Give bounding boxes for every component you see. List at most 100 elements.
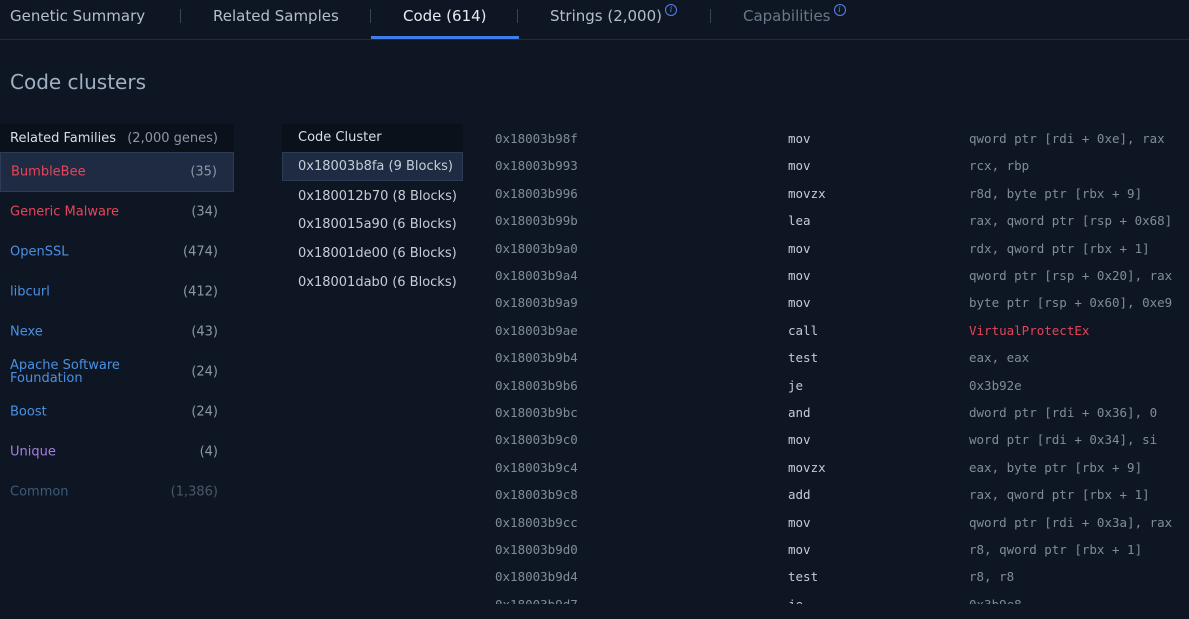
families-header-count: (2,000 genes): [127, 131, 218, 146]
instruction-address: 0x18003b9a4: [495, 268, 578, 283]
instruction-operands: qword ptr [rdi + 0xe], rax: [969, 131, 1165, 146]
family-item[interactable]: Nexe (43): [0, 312, 234, 352]
instruction-opcode: mov: [788, 542, 811, 557]
instruction-row[interactable]: 0x18003b9a9 mov byte ptr [rsp + 0x60], 0xe…: [495, 295, 1189, 315]
instruction-address: 0x18003b9a0: [495, 240, 578, 256]
instruction-row[interactable]: 0x18003b9c0 mov word ptr [rdi + 0x34], si: [495, 432, 1189, 452]
instruction-opcode: test: [788, 350, 819, 366]
family-name: libcurl: [10, 284, 50, 300]
tab-genetic-summary[interactable]: Genetic Summary: [10, 0, 145, 39]
instruction-row[interactable]: 0x18003b9a0 mov rdx, qword ptr [rbx + 1]: [495, 241, 1189, 261]
tab-separator: [517, 9, 518, 23]
cluster-label: 0x18001dab0 (6 Blocks): [298, 275, 457, 290]
instruction-operands: eax, byte ptr [rbx + 9]: [969, 459, 1143, 475]
instruction-address: 0x18003b9b6: [495, 377, 578, 393]
instruction-opcode: movzx: [788, 459, 826, 475]
family-item[interactable]: OpenSSL (474): [0, 232, 234, 272]
instruction-opcode: mov: [788, 432, 811, 448]
instruction-address: 0x18003b9bc: [495, 405, 578, 420]
tab-strings[interactable]: Strings (2,000) i: [550, 0, 677, 39]
instruction-address: 0x18003b9d0: [495, 542, 578, 557]
instruction-operands: dword ptr [rdi + 0x36], 0: [969, 405, 1158, 420]
instruction-address: 0x18003b9c8: [495, 487, 578, 503]
instruction-operands: rcx, rbp: [969, 158, 1030, 174]
instruction-opcode: mov: [788, 268, 811, 283]
cluster-label: 0x18001de00 (6 Blocks): [298, 246, 457, 261]
instruction-operands: word ptr [rdi + 0x34], si: [969, 432, 1158, 448]
instruction-row[interactable]: 0x18003b9b4 test eax, eax: [495, 350, 1189, 370]
family-item[interactable]: BumbleBee (35): [0, 152, 234, 192]
instruction-row[interactable]: 0x18003b9b6 je 0x3b92e: [495, 378, 1189, 398]
family-count: (24): [191, 404, 218, 420]
instruction-opcode: call: [788, 322, 819, 338]
instruction-opcode: je: [788, 597, 803, 604]
tab-separator: [710, 9, 711, 23]
instruction-address: 0x18003b9a9: [495, 295, 578, 311]
info-icon[interactable]: i: [833, 4, 846, 16]
info-icon[interactable]: i: [665, 4, 677, 16]
family-item[interactable]: Boost (24): [0, 392, 234, 432]
cluster-item[interactable]: 0x18003b8fa (9 Blocks): [282, 152, 463, 181]
instruction-operands: r8d, byte ptr [rbx + 9]: [969, 185, 1143, 201]
instruction-row[interactable]: 0x18003b9bc and dword ptr [rdi + 0x36], 0: [495, 405, 1189, 425]
instruction-opcode: je: [788, 377, 804, 393]
family-name: Common: [10, 484, 69, 500]
family-item[interactable]: Common (1,386): [0, 472, 234, 512]
tab-label: Genetic Summary: [10, 7, 146, 25]
family-count: (412): [183, 284, 218, 300]
families-header-label: Related Families: [10, 131, 117, 146]
cluster-item[interactable]: 0x18001de00 (6 Blocks): [282, 239, 463, 268]
instruction-address: 0x18003b99b: [495, 213, 578, 229]
family-item[interactable]: Apache Software Foundation (24): [0, 352, 234, 392]
family-item[interactable]: Generic Malware (34): [0, 192, 234, 232]
tab-capabilities[interactable]: Capabilities i: [743, 0, 846, 39]
tab-bar: Genetic Summary Related Samples Code (61…: [0, 0, 1189, 40]
family-name: Generic Malware: [10, 204, 119, 220]
instruction-opcode: movzx: [788, 185, 826, 201]
family-count: (34): [191, 204, 218, 220]
instruction-address: 0x18003b9cc: [495, 514, 578, 530]
family-name: OpenSSL: [10, 244, 69, 260]
instruction-operands: qword ptr [rsp + 0x20], rax: [969, 268, 1173, 283]
cluster-item[interactable]: 0x180012b70 (8 Blocks): [282, 182, 463, 211]
tab-separator: [370, 9, 371, 23]
instruction-operands: eax, eax: [969, 350, 1030, 366]
tab-label: Strings (2,000): [550, 7, 662, 25]
instruction-address: 0x18003b9c0: [495, 432, 578, 448]
tab-related-samples[interactable]: Related Samples: [213, 0, 339, 39]
instruction-row[interactable]: 0x18003b9c4 movzx eax, byte ptr [rbx + 9]: [495, 460, 1189, 480]
instruction-operands: 0x3b9e8: [969, 597, 1022, 604]
tab-code[interactable]: Code (614): [371, 0, 518, 39]
cluster-item[interactable]: 0x180015a90 (6 Blocks): [282, 210, 463, 239]
instruction-address: 0x18003b9ae: [495, 322, 578, 338]
instruction-row[interactable]: 0x18003b9d7 je 0x3b9e8: [495, 597, 1189, 604]
instruction-row[interactable]: 0x18003b9cc mov qword ptr [rdi + 0x3a], ra…: [495, 515, 1189, 535]
instruction-row[interactable]: 0x18003b996 movzx r8d, byte ptr [rbx + 9]: [495, 186, 1189, 206]
disassembly-view[interactable]: 0x18003b98f mov qword ptr [rdi + 0xe], rax…: [495, 124, 1189, 604]
instruction-operands: VirtualProtectEx: [969, 322, 1090, 338]
instruction-row[interactable]: 0x18003b9c8 add rax, qword ptr [rbx + 1]: [495, 487, 1189, 507]
instruction-opcode: test: [788, 569, 819, 585]
instruction-address: 0x18003b9b4: [495, 350, 578, 366]
instruction-opcode: mov: [788, 295, 811, 311]
tab-label: Code (614): [403, 7, 487, 25]
instruction-address: 0x18003b98f: [495, 131, 578, 146]
instruction-row[interactable]: 0x18003b993 mov rcx, rbp: [495, 158, 1189, 178]
cluster-item[interactable]: 0x18001dab0 (6 Blocks): [282, 268, 463, 297]
instruction-opcode: and: [788, 405, 811, 420]
family-item[interactable]: Unique (4): [0, 432, 234, 472]
instruction-row[interactable]: 0x18003b9ae call VirtualProtectEx: [495, 323, 1189, 343]
family-item[interactable]: libcurl (412): [0, 272, 234, 312]
instruction-opcode: add: [788, 487, 811, 503]
instruction-operands: byte ptr [rsp + 0x60], 0xe9: [969, 295, 1173, 311]
instruction-row[interactable]: 0x18003b9d0 mov r8, qword ptr [rbx + 1]: [495, 542, 1189, 562]
cluster-label: 0x18003b8fa (9 Blocks): [298, 159, 453, 174]
instruction-operands: 0x3b92e: [969, 377, 1022, 393]
cluster-label: 0x180015a90 (6 Blocks): [298, 217, 457, 232]
instruction-row[interactable]: 0x18003b98f mov qword ptr [rdi + 0xe], rax: [495, 131, 1189, 151]
instruction-row[interactable]: 0x18003b99b lea rax, qword ptr [rsp + 0x68…: [495, 213, 1189, 233]
tab-label: Capabilities: [743, 7, 831, 25]
family-name: Unique: [10, 444, 56, 460]
instruction-row[interactable]: 0x18003b9a4 mov qword ptr [rsp + 0x20], ra…: [495, 268, 1189, 288]
instruction-row[interactable]: 0x18003b9d4 test r8, r8: [495, 569, 1189, 589]
